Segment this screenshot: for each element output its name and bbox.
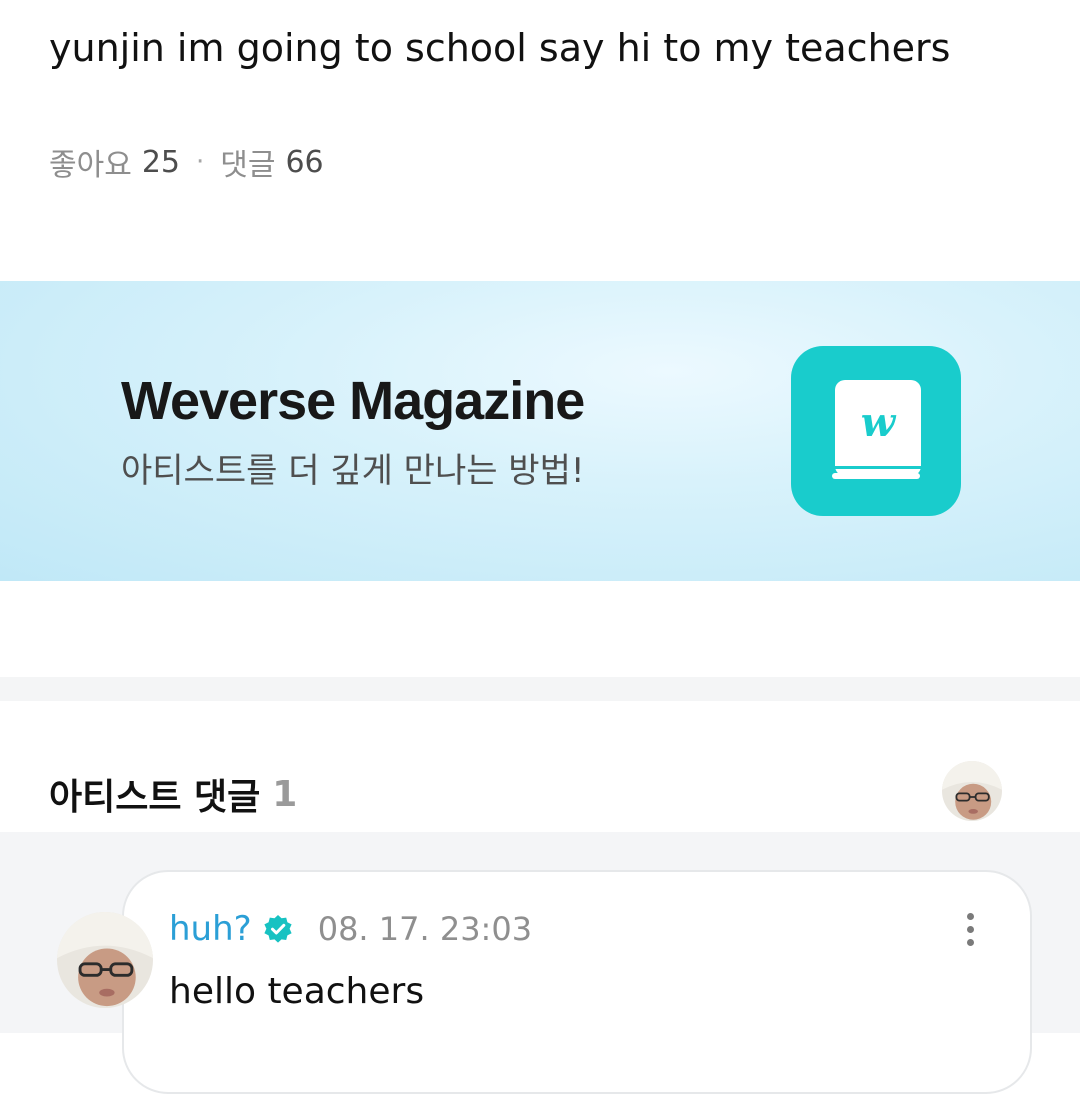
comment-header: huh? 08. 17. 23:03 — [169, 906, 532, 952]
banner-subtitle: 아티스트를 더 깊게 만나는 방법! — [121, 451, 585, 491]
weverse-magazine-banner[interactable]: Weverse Magazine 아티스트를 더 깊게 만나는 방법! w — [0, 281, 1080, 581]
comment-body: hello teachers — [169, 971, 425, 1012]
likes-count: 25 — [141, 144, 180, 180]
comments-area — [0, 832, 1080, 1094]
artist-comments-header: 아티스트 댓글 1 — [49, 766, 297, 822]
likes-label[interactable]: 좋아요 — [49, 140, 132, 184]
comment-author[interactable]: huh? — [169, 909, 252, 949]
post-text: yunjin im going to school say hi to my t… — [49, 26, 951, 70]
artist-comments-title: 아티스트 댓글 — [49, 777, 261, 818]
meta-separator: · — [196, 147, 205, 177]
logo-letter: w — [861, 399, 897, 446]
comment-avatar[interactable] — [57, 912, 153, 1008]
banner-title: Weverse Magazine — [121, 371, 585, 431]
artist-avatar-icon[interactable] — [942, 761, 1002, 821]
comment-time: 08. 17. 23:03 — [317, 910, 533, 948]
more-vertical-icon[interactable] — [954, 906, 986, 952]
post-meta: 좋아요 25 · 댓글 66 — [49, 140, 324, 184]
verified-badge-icon — [262, 913, 294, 945]
comments-count: 66 — [285, 144, 324, 180]
section-divider — [0, 677, 1080, 701]
artist-comments-count: 1 — [272, 773, 298, 815]
comments-label[interactable]: 댓글 — [220, 140, 275, 184]
weverse-magazine-book-icon: w — [791, 346, 961, 516]
